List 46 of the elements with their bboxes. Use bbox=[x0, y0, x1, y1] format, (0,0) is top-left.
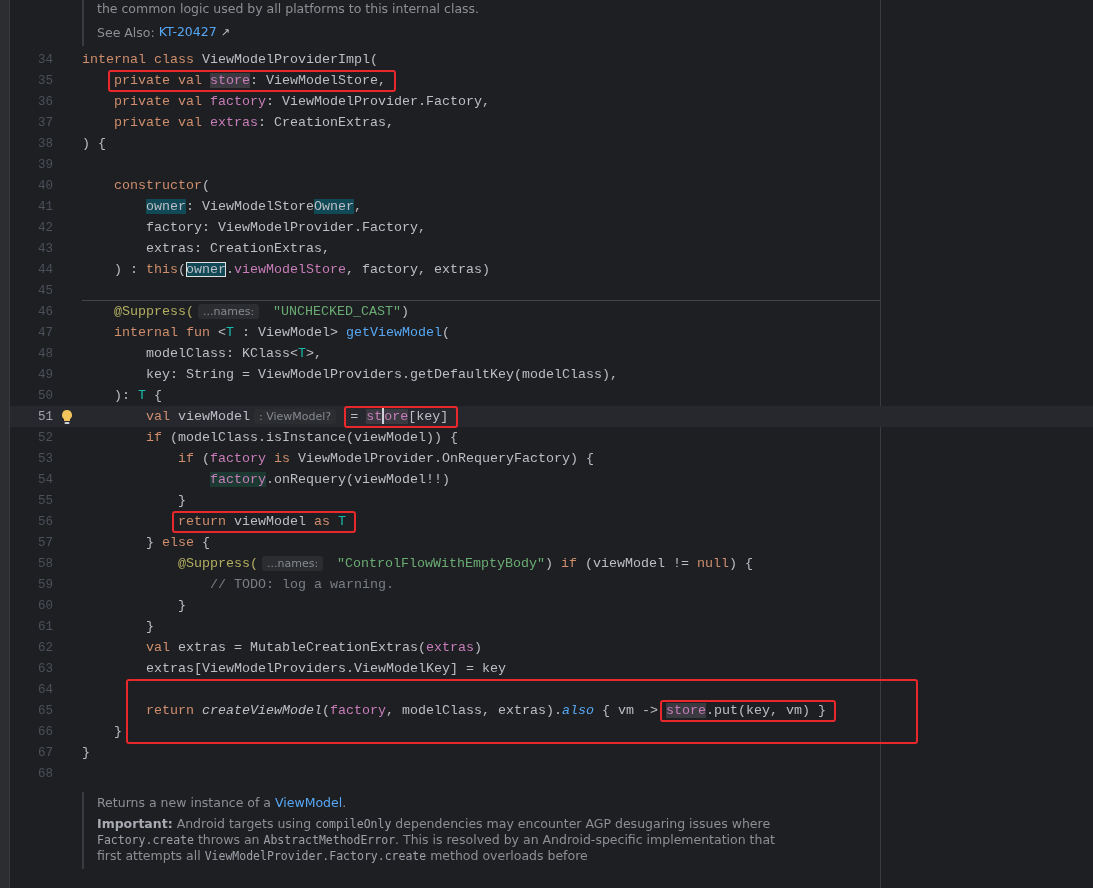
code-text: } bbox=[82, 743, 90, 762]
inlay-hint: ...names: bbox=[198, 304, 260, 319]
code-text: "UNCHECKED_CAST") bbox=[273, 302, 410, 321]
code-text: return createViewModel(factory, modelClass, extras).also { vm -> bbox=[146, 701, 659, 720]
code-text: constructor( bbox=[114, 176, 210, 195]
code-text: private val extras: CreationExtras, bbox=[114, 113, 394, 132]
doc-text: the common logic used by all platforms to this internal class. bbox=[97, 0, 481, 18]
doc-text: Important: Android targets using compileOnly dependencies may encounter AGP desugaring issues where Factory.create throws an AbstractMethodError. This is resolved by an Android-specific implementation that first attempts all ViewModelProvider.Factory.create method overloads before bbox=[97, 816, 776, 864]
code-text: } bbox=[146, 617, 154, 636]
lightbulb-icon[interactable] bbox=[60, 409, 74, 425]
code-text: @Suppress( bbox=[114, 302, 194, 321]
code-text: extras[ViewModelProviders.ViewModelKey] = key bbox=[146, 659, 506, 678]
code-text: val extras = MutableCreationExtras(extras) bbox=[146, 638, 482, 657]
code-text: @Suppress( bbox=[178, 554, 258, 573]
inlay-hint: ...names: bbox=[262, 556, 324, 571]
code-text: } else { bbox=[146, 533, 210, 552]
code-text: internal fun <T : ViewModel> getViewModel( bbox=[114, 323, 450, 342]
code-text: factory.onRequery(viewModel!!) bbox=[210, 470, 450, 489]
code-text: ): T { bbox=[114, 386, 162, 405]
line-number: 51 bbox=[37, 409, 53, 424]
code-text: ) { bbox=[82, 134, 106, 153]
code-text: // TODO: log a warning. bbox=[210, 575, 394, 594]
code-text: store.put(key, vm) } bbox=[665, 701, 826, 720]
code-text: = st ore[key] bbox=[350, 407, 449, 426]
code-text: return viewModel as T bbox=[178, 512, 346, 531]
doc-link[interactable]: ViewModel bbox=[275, 795, 343, 810]
code-text: val viewModel bbox=[146, 407, 250, 426]
code-text: "ControlFlowWithEmptyBody") if (viewModel != null) { bbox=[337, 554, 754, 573]
code-text: if (factory is ViewModelProvider.OnRequeryFactory) { bbox=[178, 449, 594, 468]
code-text: key: String = ViewModelProviders.getDefaultKey(modelClass), bbox=[146, 365, 618, 384]
inlay-hint: : ViewModel? bbox=[254, 409, 337, 424]
code-text: extras: CreationExtras, bbox=[146, 239, 330, 258]
code-text: if (modelClass.isInstance(viewModel)) { bbox=[146, 428, 458, 447]
code-text: owner: ViewModelStoreOwner, bbox=[146, 197, 362, 216]
code-text: private val store: ViewModelStore, bbox=[114, 71, 386, 90]
code-text: } bbox=[178, 596, 186, 615]
doc-text: Returns a new instance of a ViewModel. bbox=[97, 795, 348, 811]
see-also-label: See Also: bbox=[97, 23, 155, 42]
code-text: } bbox=[178, 491, 186, 510]
code-text: private val factory: ViewModelProvider.Factory, bbox=[114, 92, 490, 111]
code-text: } bbox=[114, 722, 122, 741]
issue-link[interactable]: KT-20427 ↗ bbox=[158, 23, 230, 42]
code-text: ) : this(owner.viewModelStore, factory, extras) bbox=[114, 260, 490, 279]
code-text: factory: ViewModelProvider.Factory, bbox=[146, 218, 426, 237]
code-text: modelClass: KClass<T>, bbox=[146, 344, 322, 363]
code-text: internal class ViewModelProviderImpl( bbox=[82, 50, 378, 69]
